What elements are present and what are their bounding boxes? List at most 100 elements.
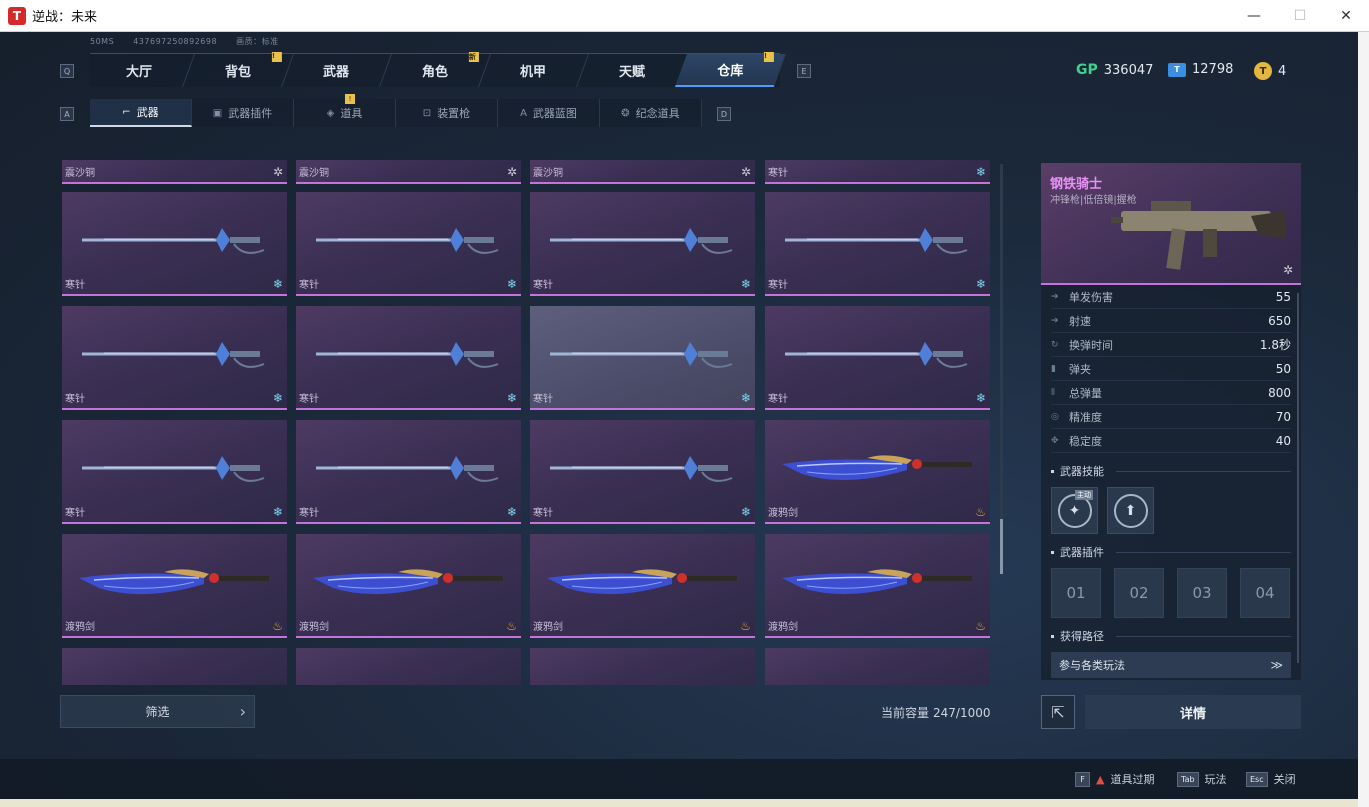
stat-row: ▮ 弹夹 50 [1051,357,1291,381]
snowflake-icon: ❄ [975,277,986,291]
item-card-partial[interactable] [62,648,287,685]
minimize-button[interactable]: — [1231,0,1277,32]
item-card[interactable]: 渡鸦剑 ♨ [765,420,990,524]
item-card[interactable]: 寒针 ❄ [765,306,990,410]
acquire-path-label: 参与各类玩法 [1059,659,1125,672]
main-tab-3[interactable]: 角色 新 [379,52,491,87]
item-card[interactable]: 渡鸦剑 ♨ [296,534,521,638]
item-name: 渡鸦剑 [768,622,798,633]
detail-scrollbar[interactable] [1297,293,1299,663]
skill-shield-icon: ⬆ [1113,493,1148,528]
main-tab-5[interactable]: 天赋 [576,54,688,87]
quality-text: 画质：标准 [236,37,279,46]
sub-tab-label: 装置枪 [437,107,471,120]
acquire-path-button[interactable]: 参与各类玩法 ≫ [1051,652,1291,678]
hotkey-esc[interactable]: Esc 关闭 [1246,771,1296,787]
item-card[interactable]: 寒针 ❄ [296,306,521,410]
plugin-slot-03[interactable]: 03 [1177,568,1227,618]
stat-row: ➔ 单发伤害 55 [1051,285,1291,309]
maximize-button[interactable]: ☐ [1277,0,1323,32]
coin-currency: T 4 [1254,62,1286,80]
hotkey-label: 玩法 [1204,773,1227,786]
star-rarity-icon: ✲ [506,165,517,179]
snowflake-icon: ❄ [740,391,751,405]
raven-sword-icon [313,569,503,595]
weapon-detail-header: 钢铁骑士 冲锋枪|低倍镜|握枪 ✲ [1041,163,1301,285]
main-tab-label: 仓库 [717,64,744,79]
key-hint-d: D [717,107,731,121]
main-tab-6[interactable]: 仓库! [675,52,787,87]
main-tab-0[interactable]: 大厅 [83,54,195,87]
main-tab-bar: 大厅 背包! 武器 角色 新 机甲 天赋 仓库! [83,52,787,87]
item-card[interactable]: 寒针 ❄ [296,420,521,524]
share-button[interactable]: ⇱ [1041,695,1075,729]
item-card[interactable]: 寒针 ❄ [62,420,287,524]
main-tab-label: 机甲 [520,65,547,80]
item-card[interactable]: 渡鸦剑 ♨ [62,534,287,638]
item-name: 寒针 [65,280,85,291]
grid-scrollbar[interactable] [1000,164,1003,574]
sub-tab-5[interactable]: ❂ 纪念道具 [600,99,702,127]
stat-value: 800 [1268,385,1291,400]
main-tab-1[interactable]: 背包! [182,52,294,87]
item-card[interactable]: 寒针 ❄ [530,306,755,410]
item-card[interactable]: 寒针 ❄ [765,192,990,296]
main-tab-4[interactable]: 机甲 [478,54,589,87]
star-rarity-icon: ✲ [740,165,751,179]
item-name: 寒针 [533,394,553,405]
weapon-detail-body: ➔ 单发伤害 55 ➔ 射速 650 ↻ 换弹时间 1.8秒 ▮ 弹夹 50 ⦀ 总弹量 800 ◎ 精准度 70… [1041,285,1301,680]
plugin-slot-01[interactable]: 01 [1051,568,1101,618]
needle-sword-icon [316,456,499,482]
stat-name: 稳定度 [1069,434,1102,448]
item-card-partial[interactable] [765,648,990,685]
filter-button[interactable]: 筛选 › [60,695,255,728]
right-edge [1358,32,1369,807]
item-card-partial[interactable] [530,648,755,685]
details-button[interactable]: 详情 [1085,695,1301,729]
skill-slot-active[interactable]: 主动 ✦ [1051,487,1098,534]
item-card[interactable]: 寒针 ❄ [62,192,287,296]
item-card[interactable]: 渡鸦剑 ♨ [765,534,990,638]
grid-scroll-thumb[interactable] [1000,519,1003,574]
sub-tab-2[interactable]: ◈ 道具! [294,94,396,127]
item-card[interactable]: 寒针 ❄ [530,420,755,524]
plugin-slot-02[interactable]: 02 [1114,568,1164,618]
sub-tab-1[interactable]: ▣ 武器插件 [192,99,294,127]
arrow-icon: ➔ [1051,291,1059,302]
needle-sword-icon [316,342,499,368]
sub-tab-3[interactable]: ⊡ 装置枪 [396,99,498,127]
key-cap: Esc [1246,771,1268,787]
plugin-slot-04[interactable]: 04 [1240,568,1290,618]
coin-amount: 4 [1278,63,1287,79]
item-name: 寒针 [533,280,553,291]
stat-name: 总弹量 [1069,386,1102,400]
sub-tab-icon: ⊡ [422,107,432,119]
stat-name: 弹夹 [1069,362,1091,376]
close-window-button[interactable]: ✕ [1323,0,1369,32]
item-card[interactable]: 寒针 ❄ [765,160,990,184]
ticket-icon: T [1168,62,1186,77]
main-tab-2[interactable]: 武器 [281,54,392,87]
skill-slot-passive[interactable]: ⬆ [1107,487,1154,534]
item-card[interactable]: 寒针 ❄ [530,192,755,296]
hotkey-tab[interactable]: Tab 玩法 [1177,771,1227,787]
item-card[interactable]: 震沙铜 ✲ [530,160,755,184]
stability-icon: ✥ [1051,435,1059,446]
sub-tab-icon: ❂ [621,107,630,119]
item-card-partial[interactable] [296,648,521,685]
item-card[interactable]: 渡鸦剑 ♨ [530,534,755,638]
meta-line: 50MS 437697250892698 画质：标准 [90,36,295,47]
stat-value: 55 [1275,289,1291,304]
item-card[interactable]: 寒针 ❄ [296,192,521,296]
hotkey-f[interactable]: F ▲ 道具过期 [1075,771,1154,787]
sub-tab-4[interactable]: A 武器蓝图 [498,99,600,127]
sub-tab-icon: A [520,107,527,119]
stat-name: 射速 [1069,314,1091,328]
item-card[interactable]: 震沙铜 ✲ [62,160,287,184]
item-card[interactable]: 寒针 ❄ [62,306,287,410]
item-card[interactable]: 震沙铜 ✲ [296,160,521,184]
key-hint-e: E [797,64,811,78]
sub-tab-0[interactable]: ⌐ 武器 [90,99,192,127]
active-skill-tag: 主动 [1075,490,1093,500]
coin-icon: T [1254,62,1272,80]
